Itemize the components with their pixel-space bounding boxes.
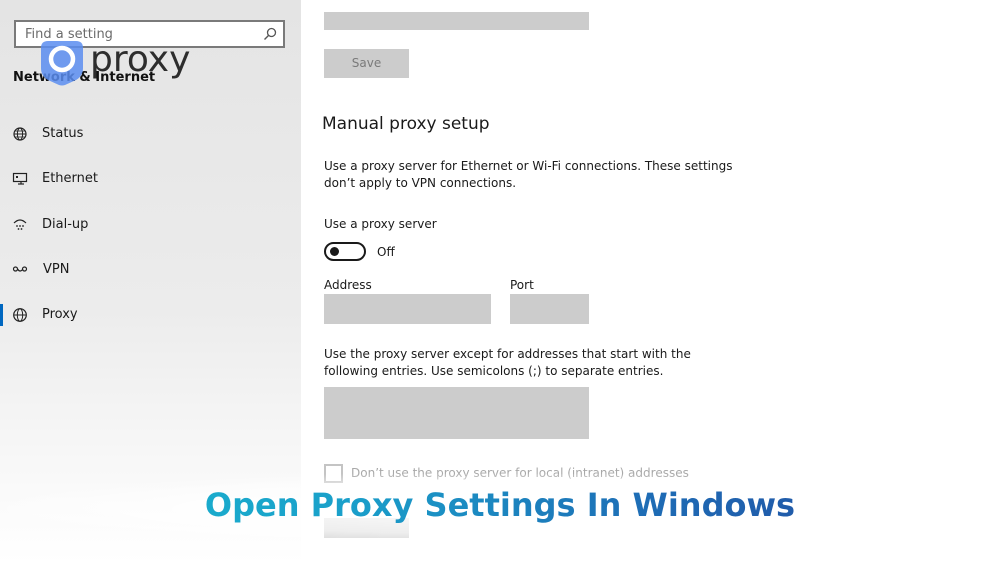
use-proxy-label: Use a proxy server xyxy=(324,217,437,231)
exceptions-description: Use the proxy server except for addresse… xyxy=(324,347,691,378)
proxy-description: Use a proxy server for Ethernet or Wi-Fi… xyxy=(324,159,733,190)
sidebar-item-label: Status xyxy=(42,126,84,141)
page-heading: Manual proxy setup xyxy=(322,114,490,134)
sidebar-item-status[interactable]: Status xyxy=(0,119,301,149)
toggle-knob xyxy=(330,247,339,256)
sidebar-item-label: Ethernet xyxy=(42,171,98,186)
logo-text: proxy xyxy=(90,39,191,80)
sidebar-item-vpn[interactable]: VPN xyxy=(0,255,301,285)
toggle-state-label: Off xyxy=(377,245,395,259)
address-label: Address xyxy=(324,278,372,292)
port-label: Port xyxy=(510,278,534,292)
sidebar-item-label: VPN xyxy=(43,262,70,277)
exceptions-textarea[interactable] xyxy=(324,387,589,439)
sidebar-item-dial-up[interactable]: Dial-up xyxy=(0,210,301,240)
proxy-script-field[interactable] xyxy=(324,12,589,30)
vpn-icon xyxy=(12,266,28,272)
search-icon[interactable] xyxy=(263,27,277,41)
port-input[interactable] xyxy=(510,294,589,324)
sidebar-item-label: Proxy xyxy=(42,307,78,322)
use-proxy-toggle[interactable] xyxy=(324,242,366,261)
ethernet-icon xyxy=(12,172,28,185)
sidebar-item-proxy[interactable]: Proxy xyxy=(0,300,301,330)
globe-icon xyxy=(13,308,27,322)
proxy-logo: proxy xyxy=(38,38,198,86)
sidebar-item-ethernet[interactable]: Ethernet xyxy=(0,164,301,194)
address-input[interactable] xyxy=(324,294,491,324)
overlay-caption: Open Proxy Settings In Windows xyxy=(0,486,1000,524)
location-pin-icon xyxy=(41,41,83,86)
globe-status-icon xyxy=(13,127,27,141)
save-button[interactable]: Save xyxy=(324,49,409,78)
dial-up-icon xyxy=(13,219,27,230)
sidebar-item-label: Dial-up xyxy=(42,217,89,232)
